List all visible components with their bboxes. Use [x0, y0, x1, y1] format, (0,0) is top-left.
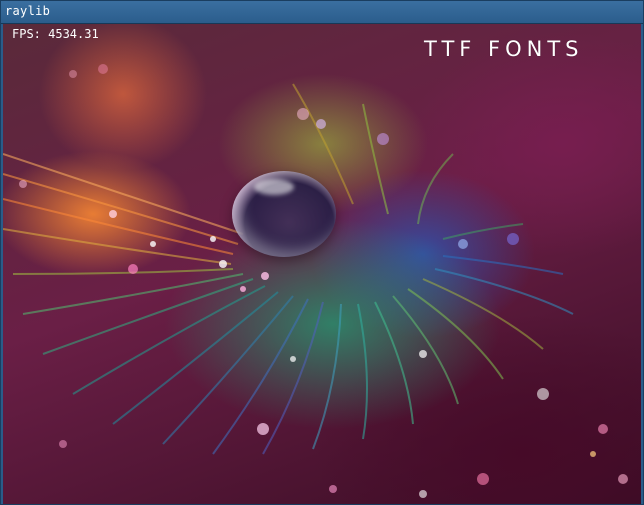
window-titlebar[interactable]: raylib: [1, 1, 643, 24]
window-title: raylib: [5, 4, 51, 18]
feather-image: [3, 64, 628, 498]
water-droplet: [232, 171, 336, 257]
render-viewport: FPS: 4534.31 TTF FONTS: [3, 24, 641, 504]
fps-counter: FPS: 4534.31: [12, 27, 99, 41]
ttf-fonts-title: TTF FONTS: [424, 37, 584, 61]
droplet-highlight: [254, 179, 294, 195]
app-window: raylib FPS: 4534.31 TTF FONTS: [0, 0, 644, 505]
